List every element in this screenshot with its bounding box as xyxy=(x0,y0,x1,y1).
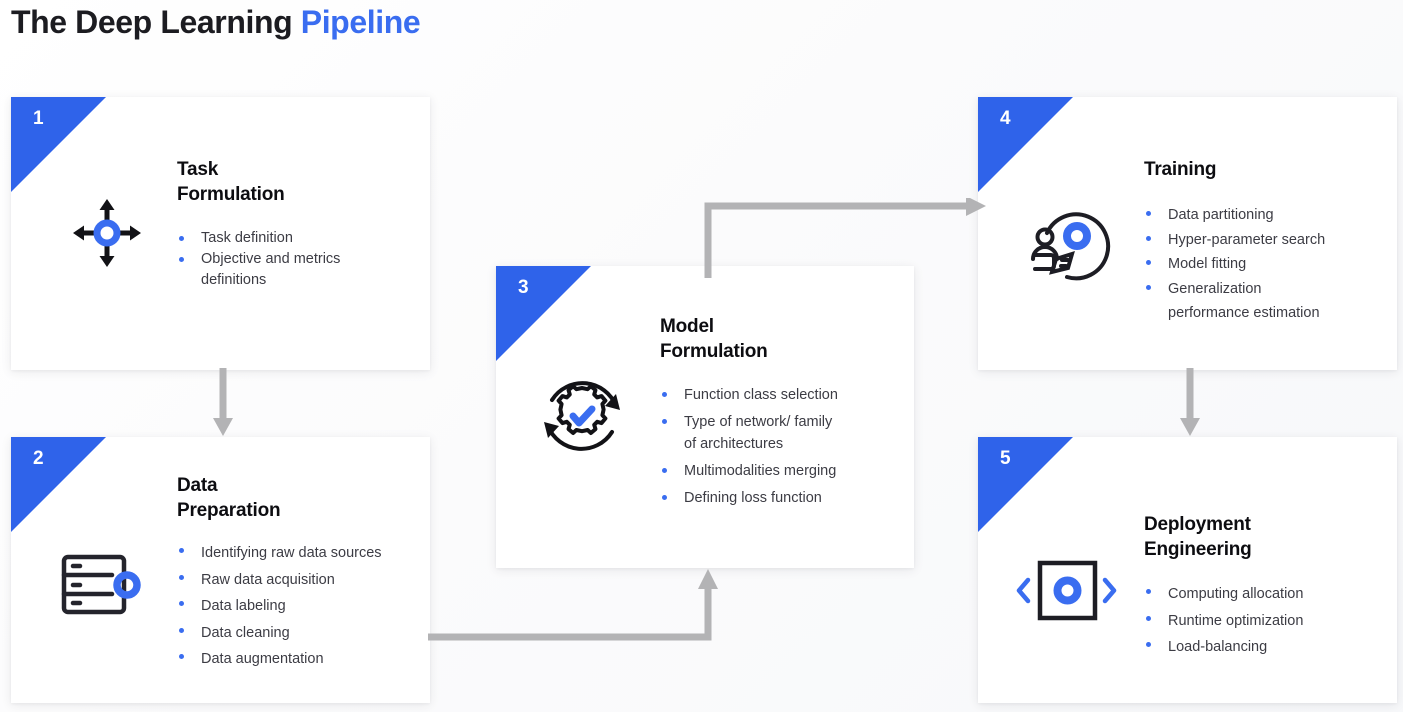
list-item: Hyper-parameter search xyxy=(1144,228,1374,253)
card-title: Model Formulation xyxy=(660,316,768,362)
card-bullet-list: Computing allocation Runtime optimizatio… xyxy=(1144,581,1379,661)
corner-badge-triangle xyxy=(496,266,591,361)
card-model-formulation[interactable]: 3 Model Formulation Function class selec… xyxy=(496,266,914,568)
list-item: Function class selection xyxy=(660,384,900,406)
list-item: Computing allocation xyxy=(1144,581,1379,608)
list-item: Type of network/ family of architectures xyxy=(660,411,900,455)
arrow-card4-to-card5 xyxy=(1172,368,1208,443)
list-item: Data augmentation xyxy=(177,646,422,673)
corner-badge-triangle xyxy=(978,97,1073,192)
list-item: Model fitting xyxy=(1144,252,1374,277)
card-bullet-list: Task definition Objective and metrics de… xyxy=(177,228,407,291)
four-direction-arrows-icon xyxy=(61,187,153,284)
list-item: Objective and metrics definitions xyxy=(177,249,407,291)
arrow-card1-to-card2 xyxy=(205,368,241,443)
list-item: Runtime optimization xyxy=(1144,608,1379,635)
list-item: Identifying raw data sources xyxy=(177,540,422,567)
list-item: Data partitioning xyxy=(1144,203,1374,228)
card-title: Training xyxy=(1144,159,1217,180)
card-number: 1 xyxy=(33,108,44,129)
gear-check-refresh-icon xyxy=(532,366,632,471)
list-item: Load-balancing xyxy=(1144,634,1379,661)
card-bullet-list: Function class selection Type of network… xyxy=(660,384,900,514)
card-number: 5 xyxy=(1000,448,1011,469)
list-item: Data cleaning xyxy=(177,620,422,647)
list-item: Task definition xyxy=(177,228,407,249)
page-title-accent: Pipeline xyxy=(300,4,421,40)
list-item: Data labeling xyxy=(177,593,422,620)
card-training[interactable]: 4 Training Data partitioning Hyper-param… xyxy=(978,97,1397,370)
page-title: The Deep Learning Pipeline xyxy=(11,2,421,42)
card-deployment-engineering[interactable]: 5 Deployment Engineering Computing alloc… xyxy=(978,437,1397,703)
corner-badge-triangle xyxy=(978,437,1073,532)
arrow-card2-to-card3 xyxy=(428,565,728,660)
person-learning-icon xyxy=(1023,197,1123,297)
card-title: Deployment Engineering xyxy=(1144,514,1252,560)
card-bullet-list: Data partitioning Hyper-parameter search… xyxy=(1144,203,1374,326)
list-item: Multimodalities merging xyxy=(660,460,900,482)
list-item: Defining loss function xyxy=(660,487,900,509)
corner-badge-triangle xyxy=(11,97,106,192)
card-task-formulation[interactable]: 1 Task Formulation Task definition Objec… xyxy=(11,97,430,370)
card-number: 2 xyxy=(33,448,44,469)
list-item: Generalization performance estimation xyxy=(1144,277,1374,326)
card-title: Data Preparation xyxy=(177,475,281,521)
page-title-dark: The Deep Learning xyxy=(11,4,301,40)
card-data-preparation[interactable]: 2 Data Preparation Identifying raw data … xyxy=(11,437,430,703)
card-number: 3 xyxy=(518,277,529,298)
card-title: Task Formulation xyxy=(177,159,285,205)
card-bullet-list: Identifying raw data sources Raw data ac… xyxy=(177,540,422,673)
list-item: Raw data acquisition xyxy=(177,567,422,594)
box-chevrons-icon xyxy=(1008,555,1118,630)
corner-badge-triangle xyxy=(11,437,106,532)
database-server-icon xyxy=(50,537,150,637)
card-number: 4 xyxy=(1000,108,1011,129)
